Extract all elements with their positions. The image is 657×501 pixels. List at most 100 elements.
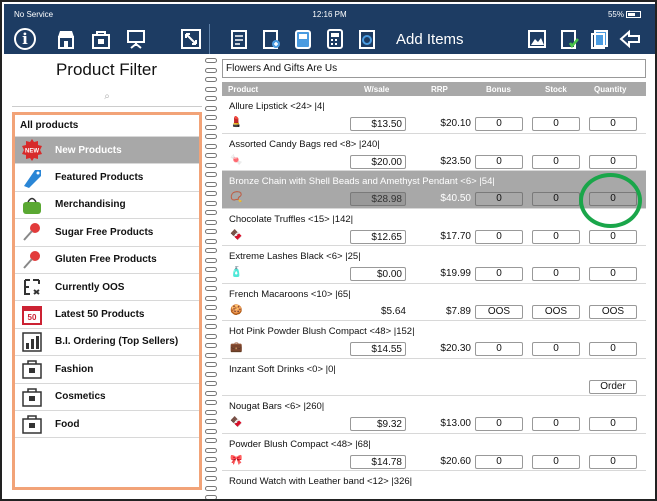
spiral-ring bbox=[205, 305, 217, 310]
stock-field[interactable]: 0 bbox=[532, 417, 580, 431]
table-row[interactable]: Round Watch with Leather band <12> |326| bbox=[222, 471, 646, 499]
stock-field[interactable]: OOS bbox=[532, 304, 580, 319]
clipboard-add-icon[interactable] bbox=[260, 28, 282, 50]
order-button[interactable]: Order bbox=[589, 379, 637, 394]
column-bonus: Bonus bbox=[486, 85, 511, 94]
back-arrow-icon[interactable] bbox=[619, 28, 641, 50]
checklist-icon[interactable] bbox=[558, 28, 580, 50]
copy-icon[interactable] bbox=[589, 28, 611, 50]
product-thumbnail: 📿 bbox=[230, 192, 243, 203]
bonus-field[interactable]: 0 bbox=[475, 154, 523, 169]
filter-item-gluten-free[interactable]: Gluten Free Products bbox=[15, 247, 199, 274]
table-row[interactable]: Hot Pink Powder Blush Compact <48> |152|… bbox=[222, 321, 646, 359]
column-quantity: Quantity bbox=[594, 85, 627, 94]
stock-field[interactable]: 0 bbox=[532, 154, 580, 169]
wholesale-price: $0.00 bbox=[350, 267, 406, 281]
filter-search-field[interactable]: ⌕ bbox=[12, 87, 202, 107]
spiral-ring bbox=[205, 343, 217, 348]
product-thumbnail: 💄 bbox=[230, 117, 243, 128]
customer-name-field[interactable]: Flowers And Gifts Are Us bbox=[222, 59, 646, 78]
stock-field[interactable]: 0 bbox=[532, 342, 580, 356]
quantity-field[interactable]: 0 bbox=[589, 229, 637, 244]
store-icon[interactable] bbox=[55, 28, 77, 50]
spiral-ring bbox=[205, 67, 217, 73]
product-name: Powder Blush Compact <48> |68| bbox=[229, 438, 371, 450]
filter-item-merchandising[interactable]: Merchandising bbox=[15, 192, 199, 220]
table-row[interactable]: Assorted Candy Bags red <8> |240| 🍬 $20.00… bbox=[222, 133, 646, 171]
bonus-field[interactable]: 0 bbox=[475, 229, 523, 244]
filter-item-featured[interactable]: Featured Products bbox=[15, 164, 199, 192]
filter-item-all-products[interactable]: All products bbox=[15, 115, 199, 137]
rrp-price: $7.89 bbox=[445, 305, 471, 317]
calculator-icon[interactable] bbox=[324, 28, 346, 50]
stock-field[interactable]: 0 bbox=[532, 192, 580, 206]
bonus-field[interactable]: 0 bbox=[475, 117, 523, 131]
quantity-field[interactable]: 0 bbox=[589, 267, 637, 281]
handbag-icon bbox=[19, 193, 45, 217]
spiral-ring bbox=[205, 447, 217, 453]
spiral-ring bbox=[205, 181, 217, 187]
rrp-price: $17.70 bbox=[440, 230, 471, 242]
filter-item-new-products[interactable]: NEW New Products bbox=[15, 137, 199, 165]
quantity-field[interactable]: 0 bbox=[589, 342, 637, 356]
filter-item-currently-oos[interactable]: Currently OOS bbox=[15, 274, 199, 302]
new-badge-text: NEW bbox=[25, 149, 39, 155]
table-row[interactable]: Extreme Lashes Black <6> |25| 🧴 $0.00 $19.9… bbox=[222, 246, 646, 284]
bag-icon[interactable] bbox=[90, 28, 112, 50]
search-icon: ⌕ bbox=[104, 91, 110, 102]
quantity-field[interactable]: 0 bbox=[589, 454, 637, 469]
spiral-ring bbox=[205, 381, 217, 386]
spiral-ring bbox=[205, 352, 217, 358]
notebook-spiral bbox=[205, 54, 217, 499]
stock-field[interactable]: 0 bbox=[532, 267, 580, 281]
table-row[interactable]: Powder Blush Compact <48> |68| 🎀 $14.78 $20… bbox=[222, 433, 646, 471]
spiral-ring bbox=[205, 333, 217, 339]
table-row[interactable]: Allure Lipstick <24> |4| 💄 $13.50 $20.10 0 0 0… bbox=[222, 96, 646, 134]
clock-text: 12:16 PM bbox=[312, 10, 347, 19]
bonus-field[interactable]: 0 bbox=[475, 192, 523, 206]
filter-item-label: Cosmetics bbox=[55, 391, 106, 403]
presentation-icon[interactable] bbox=[125, 28, 147, 50]
stock-field[interactable]: 0 bbox=[532, 117, 580, 131]
expand-icon[interactable] bbox=[180, 28, 202, 50]
info-icon[interactable]: i bbox=[14, 28, 36, 50]
product-filter-title: Product Filter bbox=[55, 60, 158, 79]
filter-item-sugar-free[interactable]: Sugar Free Products bbox=[15, 219, 199, 247]
filter-item-bi-ordering[interactable]: B.I. Ordering (Top Sellers) bbox=[15, 329, 199, 357]
bonus-field[interactable]: 0 bbox=[475, 267, 523, 281]
product-name: Extreme Lashes Black <6> |25| bbox=[229, 251, 361, 262]
spiral-ring bbox=[205, 191, 217, 196]
product-name: Nougat Bars <6> |260| bbox=[229, 401, 325, 412]
table-row[interactable]: French Macaroons <10> |65| 🍪 $5.64 $7.89 OOS… bbox=[222, 283, 646, 321]
image-icon[interactable] bbox=[526, 28, 548, 50]
filter-item-cosmetics[interactable]: Cosmetics bbox=[15, 384, 199, 411]
clipboard-list-icon[interactable] bbox=[228, 28, 250, 50]
filter-item-label: Fashion bbox=[55, 363, 94, 375]
quantity-field[interactable]: 0 bbox=[589, 154, 637, 169]
bonus-field[interactable]: 0 bbox=[475, 342, 523, 356]
sync-icon[interactable] bbox=[356, 28, 378, 50]
table-row[interactable]: Inzant Soft Drinks <0> |0| Order bbox=[222, 358, 646, 396]
quantity-field[interactable]: OOS bbox=[589, 304, 637, 319]
stock-field[interactable]: 0 bbox=[532, 454, 580, 469]
disk-icon[interactable] bbox=[292, 28, 314, 50]
battery-text: 55% bbox=[607, 10, 624, 19]
filter-item-latest-50[interactable]: 50 Latest 50 Products bbox=[15, 301, 199, 329]
spiral-ring bbox=[205, 172, 217, 177]
spiral-ring bbox=[205, 86, 217, 92]
product-name: Allure Lipstick <24> |4| bbox=[229, 101, 325, 112]
table-row[interactable]: Nougat Bars <6> |260| 🍫 $9.32 $13.00 0 0 0 bbox=[222, 396, 646, 434]
toolbar: i Add Items bbox=[4, 24, 655, 54]
filter-item-food[interactable]: Food bbox=[15, 411, 199, 439]
spiral-ring bbox=[205, 495, 217, 499]
bonus-field[interactable]: 0 bbox=[475, 454, 523, 469]
bonus-field[interactable]: 0 bbox=[475, 417, 523, 431]
filter-item-fashion[interactable]: Fashion bbox=[15, 356, 199, 384]
spiral-ring bbox=[205, 162, 217, 168]
stock-field[interactable]: 0 bbox=[532, 229, 580, 244]
quantity-field[interactable]: 0 bbox=[589, 417, 637, 431]
bonus-field[interactable]: OOS bbox=[475, 304, 523, 319]
product-name: French Macaroons <10> |65| bbox=[229, 288, 351, 300]
quantity-field[interactable]: 0 bbox=[589, 117, 637, 131]
pushpin-icon bbox=[19, 248, 45, 272]
